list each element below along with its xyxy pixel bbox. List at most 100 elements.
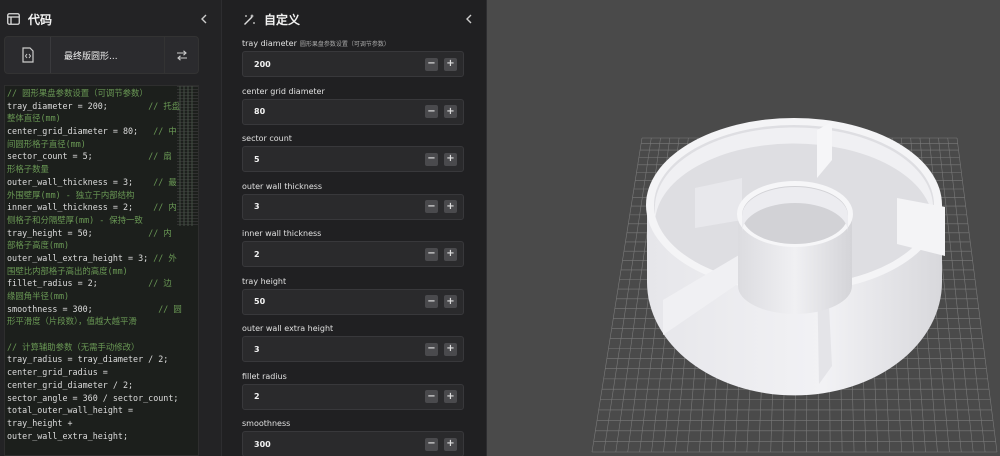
code-panel-icon [6, 12, 20, 26]
code-comment: // 外 [153, 252, 177, 263]
decrement-button[interactable]: − [425, 200, 438, 213]
increment-button[interactable]: + [444, 152, 457, 166]
code-comment: // 中 [153, 126, 177, 137]
decrement-button[interactable]: − [425, 247, 438, 261]
param-label-text: center grid diameter [242, 86, 325, 96]
param-label: sector count [242, 133, 464, 146]
param-value[interactable]: 80 [254, 107, 425, 116]
code-comment: // 圆形果盘参数设置（可调节参数） [7, 88, 148, 98]
code-line: center_grid_diameter = 80; // 中 [7, 125, 198, 138]
param-value[interactable]: 200 [254, 60, 425, 69]
3d-scene [591, 118, 998, 453]
param-input[interactable]: 3− + [242, 336, 464, 362]
code-line: sector_angle = 360 / sector_count; [7, 392, 198, 405]
code-comment: // 圆 [158, 303, 182, 314]
3d-viewport[interactable] [487, 0, 1000, 456]
code-line: 整体直径(mm) [7, 112, 198, 125]
param-tray-height: tray height 50− + [242, 276, 464, 324]
increment-button[interactable]: + [444, 390, 457, 403]
code-line: // 计算辅助参数（无需手动修改） [7, 341, 198, 354]
code-comment: 围壁比内部格子高出的高度(mm) [7, 265, 128, 276]
param-label: smoothness [242, 418, 464, 431]
decrement-button[interactable]: − [425, 295, 438, 308]
code-line: center_grid_radius = [7, 366, 198, 379]
param-label-text: smoothness [242, 419, 291, 428]
param-value[interactable]: 5 [254, 155, 425, 164]
param-input[interactable]: 2− + [242, 241, 464, 267]
chevron-left-icon[interactable] [197, 12, 211, 26]
param-outer-wall-thickness: outer wall thickness 3− + [242, 181, 464, 229]
param-input[interactable]: 50− + [242, 288, 464, 315]
param-value[interactable]: 300 [254, 440, 425, 449]
code-comment: 整体直径(mm) [7, 113, 61, 124]
code-text: center_grid_radius = [7, 367, 108, 378]
file-name: 最终版圆形... [64, 51, 118, 62]
code-comment: // 计算辅助参数（无需手动修改） [7, 341, 140, 352]
param-value[interactable]: 2 [254, 392, 425, 401]
chevron-left-icon[interactable] [462, 12, 476, 26]
code-line: total_outer_wall_height = [7, 404, 198, 417]
param-label: tray diameter 圆形果盘参数设置（可调节参数） [242, 38, 464, 51]
decrement-button[interactable]: − [425, 437, 438, 451]
param-input[interactable]: 3− + [242, 193, 464, 220]
param-label: center grid diameter [242, 86, 464, 99]
code-comment: 间圆形格子直径(mm) [7, 138, 86, 149]
decrement-button[interactable]: − [425, 105, 438, 118]
code-text: tray_height = 50; [7, 227, 149, 238]
increment-button[interactable]: + [444, 200, 457, 213]
code-line: smoothness = 300; // 圆 [7, 303, 198, 316]
param-input[interactable]: 2− + [242, 383, 464, 410]
decrement-button[interactable]: − [425, 57, 438, 71]
code-text: fillet_radius = 2; [7, 278, 149, 289]
file-selector[interactable]: 最终版圆形... [4, 36, 199, 74]
code-text: inner_wall_thickness = 2; [7, 202, 154, 213]
decrement-button[interactable]: − [425, 390, 438, 403]
param-center-grid-diameter: center grid diameter 80− + [242, 86, 464, 134]
code-editor[interactable]: // 圆形果盘参数设置（可调节参数） tray_diameter = 200; /… [4, 85, 199, 456]
code-line: 间圆形格子直径(mm) [7, 138, 198, 151]
param-sector-count: sector count 5− + [242, 133, 464, 181]
param-input[interactable]: 80− + [242, 98, 464, 125]
decrement-button[interactable]: − [425, 152, 438, 166]
param-value[interactable]: 2 [254, 250, 425, 259]
param-tray-diameter: tray diameter 圆形果盘参数设置（可调节参数） 200− + [242, 38, 464, 86]
code-comment: // 内 [153, 202, 177, 213]
param-value[interactable]: 50 [254, 297, 425, 306]
increment-button[interactable]: + [444, 437, 457, 451]
code-file-icon [5, 37, 51, 73]
code-line: 侧格子和分隔壁厚(mm) - 保持一致 [7, 214, 198, 227]
code-line: tray_height + [7, 417, 198, 430]
code-comment: 部格子高度(mm) [7, 240, 70, 251]
param-input[interactable]: 200− + [242, 51, 464, 77]
increment-button[interactable]: + [444, 105, 457, 118]
customize-panel: 自定义 tray diameter 圆形果盘参数设置（可调节参数） 200− + cen… [222, 0, 487, 456]
param-label-text: outer wall thickness [242, 181, 323, 191]
param-value[interactable]: 3 [254, 202, 425, 211]
code-line: outer_wall_extra_height; [7, 430, 198, 443]
param-value[interactable]: 3 [254, 345, 425, 354]
grid-line [938, 137, 974, 453]
grid-line [956, 137, 998, 453]
increment-button[interactable]: + [444, 342, 457, 356]
swap-arrows-icon[interactable] [164, 37, 198, 73]
code-line: fillet_radius = 2; // 边 [7, 277, 198, 290]
param-inner-wall-thickness: inner wall thickness 2− + [242, 228, 464, 276]
increment-button[interactable]: + [444, 57, 457, 71]
param-label-text: inner wall thickness [242, 229, 322, 238]
increment-button[interactable]: + [444, 247, 457, 261]
code-minimap[interactable] [177, 86, 198, 226]
grid-line [603, 137, 652, 453]
code-line: tray_diameter = 200; // 托盘 [7, 100, 198, 113]
code-comment: // 托盘 [148, 100, 181, 111]
code-comment: 形格子数量 [7, 164, 49, 175]
code-comment: 外围壁厚(mm) - 独立于内部结构 [7, 189, 135, 200]
customize-panel-header: 自定义 [222, 0, 486, 38]
param-input[interactable]: 300− + [242, 431, 464, 456]
increment-button[interactable]: + [444, 295, 457, 308]
param-input[interactable]: 5− + [242, 146, 464, 172]
decrement-button[interactable]: − [425, 342, 438, 356]
param-fillet-radius: fillet radius 2− + [242, 371, 464, 419]
fruit-tray-model [646, 118, 945, 396]
code-comment: 侧格子和分隔壁厚(mm) - 保持一致 [7, 214, 143, 225]
code-comment: // 边 [148, 278, 172, 289]
